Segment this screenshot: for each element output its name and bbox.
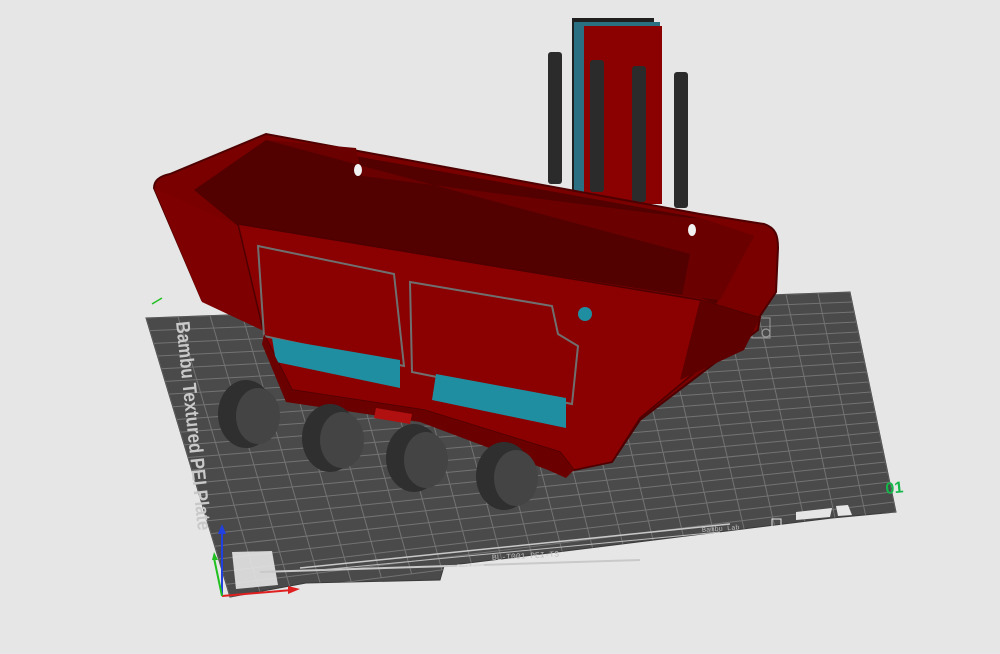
3d-viewport[interactable]: Bambu Textured PEI Plate 01 BL-T001 PEI-… — [0, 0, 1000, 654]
plate-corner-edit-icon[interactable] — [151, 297, 163, 305]
plate-right-strip-text: Bambu Lab — [702, 524, 740, 535]
tower-posts — [548, 18, 688, 208]
origin-corner-marker — [232, 551, 278, 589]
plate-number-label: 01 — [885, 479, 905, 498]
scene-canvas[interactable]: Bambu Textured PEI Plate 01 BL-T001 PEI-… — [0, 0, 1000, 654]
